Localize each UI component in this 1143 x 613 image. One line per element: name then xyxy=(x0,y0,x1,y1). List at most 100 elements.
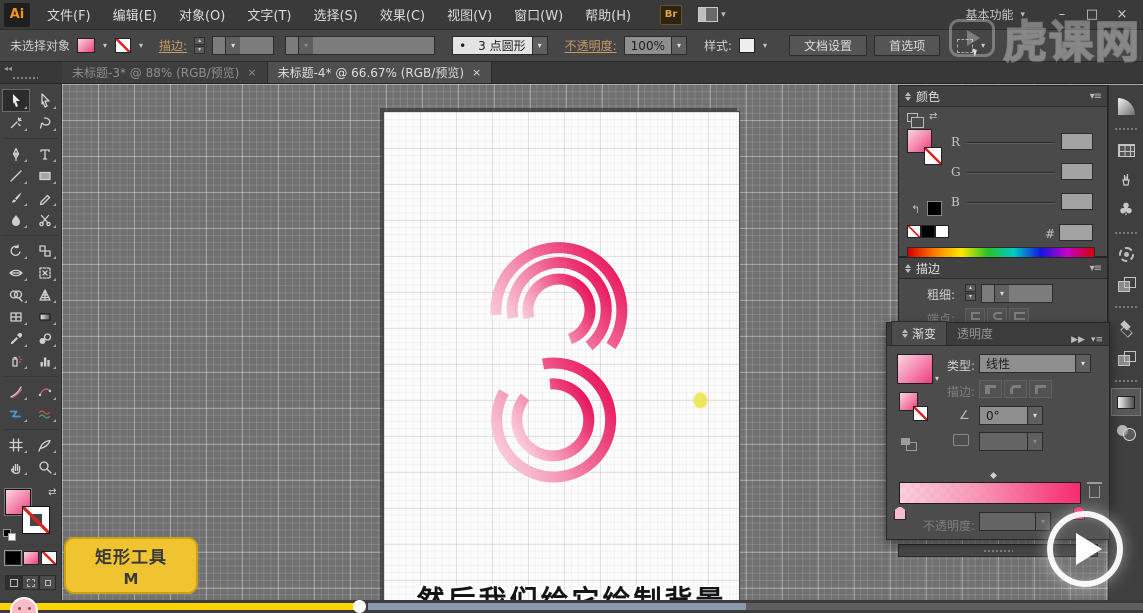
panel-menu-icon[interactable]: ▾≡ xyxy=(1090,91,1101,102)
gradient-angle-dropdown[interactable]: 0° xyxy=(979,406,1043,425)
mesh-tool[interactable] xyxy=(3,306,29,327)
selection-tool[interactable] xyxy=(3,90,29,111)
select-similar-icon[interactable] xyxy=(957,39,973,53)
chevron-down-icon[interactable]: ▾ xyxy=(980,41,986,50)
default-fill-stroke-icon[interactable] xyxy=(3,529,17,541)
blue-slider[interactable] xyxy=(967,202,1055,204)
menu-help[interactable]: 帮助(H) xyxy=(574,0,642,30)
menu-effect[interactable]: 效果(C) xyxy=(369,0,436,30)
progress-remaining-segment[interactable] xyxy=(746,603,1143,610)
collapse-panel-icon[interactable] xyxy=(905,92,911,101)
knife-tool[interactable] xyxy=(3,381,29,402)
number-3-artwork[interactable] xyxy=(384,112,741,613)
menu-select[interactable]: 选择(S) xyxy=(302,0,368,30)
white-swatch[interactable] xyxy=(935,225,949,238)
menu-file[interactable]: 文件(F) xyxy=(36,0,102,30)
polyline-tool[interactable] xyxy=(3,403,29,424)
gradient-stop-left[interactable] xyxy=(894,506,906,520)
dock-grip[interactable] xyxy=(1114,305,1138,309)
menu-edit[interactable]: 编辑(E) xyxy=(102,0,168,30)
shape-builder-tool[interactable] xyxy=(3,284,29,305)
chevron-down-icon[interactable] xyxy=(225,37,240,54)
line-segment-tool[interactable] xyxy=(3,165,29,186)
artboard-tool[interactable] xyxy=(3,434,29,455)
pen-tool[interactable] xyxy=(3,143,29,164)
stroke-swatch[interactable] xyxy=(23,507,49,533)
opacity-dropdown[interactable]: 100% xyxy=(624,36,687,55)
tab-transparency[interactable]: 透明度 xyxy=(947,322,1003,345)
menu-window[interactable]: 窗口(W) xyxy=(503,0,574,30)
lasso-tool[interactable] xyxy=(32,112,58,133)
opacity-link[interactable]: 不透明度: xyxy=(565,37,617,54)
eyedropper-tool[interactable] xyxy=(3,328,29,349)
direct-selection-tool[interactable] xyxy=(32,90,58,111)
rectangle-tool[interactable] xyxy=(32,165,58,186)
artboard[interactable] xyxy=(383,111,740,613)
smooth-wave-tool[interactable] xyxy=(32,403,58,424)
rotate-tool[interactable] xyxy=(3,240,29,261)
hand-tool[interactable] xyxy=(3,456,29,477)
red-slider[interactable] xyxy=(967,142,1055,144)
gradient-button[interactable] xyxy=(23,551,39,565)
progress-knob[interactable] xyxy=(353,600,366,613)
gradient-type-dropdown[interactable]: 线性 xyxy=(979,354,1091,373)
gradient-stroke-none-swatch[interactable] xyxy=(913,406,928,421)
bridge-icon[interactable]: Br xyxy=(660,5,682,25)
close-icon[interactable]: × xyxy=(247,66,256,79)
pencil-tool[interactable] xyxy=(32,187,58,208)
none-button[interactable] xyxy=(41,551,57,565)
swatches-icon[interactable] xyxy=(1112,137,1140,163)
chevron-down-icon[interactable]: ▾ xyxy=(762,41,768,50)
curvature-tool[interactable] xyxy=(32,381,58,402)
reverse-gradient-icon[interactable] xyxy=(901,438,917,450)
blend-tool[interactable] xyxy=(32,328,58,349)
color-guide-icon[interactable] xyxy=(1112,93,1140,119)
menu-object[interactable]: 对象(O) xyxy=(168,0,236,30)
zoom-tool[interactable] xyxy=(32,456,58,477)
minimize-button[interactable]: – xyxy=(1047,4,1077,26)
fill-stroke-mini-icon[interactable] xyxy=(907,113,918,122)
progress-buffered-segment[interactable] xyxy=(368,603,746,610)
aspect-ratio-dropdown[interactable] xyxy=(979,432,1043,451)
weight-stepper[interactable]: ▴▾ xyxy=(965,284,976,301)
dock-grip[interactable] xyxy=(1114,231,1138,235)
menu-view[interactable]: 视图(V) xyxy=(436,0,503,30)
gradient-panel-icon[interactable] xyxy=(1112,389,1140,415)
stroke-weight-link[interactable]: 描边: xyxy=(159,37,187,54)
stroke-within-icon[interactable] xyxy=(979,380,1002,398)
weight-dropdown[interactable] xyxy=(981,284,1053,303)
brush-definition-dropdown[interactable] xyxy=(285,36,435,55)
pathfinder-icon[interactable] xyxy=(1112,271,1140,297)
appearance-icon[interactable] xyxy=(1112,241,1140,267)
preferences-button[interactable]: 首选项 xyxy=(874,35,940,56)
swap-fill-stroke-icon[interactable]: ⇄ xyxy=(929,111,937,122)
chevron-down-icon[interactable]: ▾ xyxy=(138,41,144,50)
symbols-icon[interactable] xyxy=(1112,197,1140,223)
chevron-down-icon[interactable]: ▾ xyxy=(102,41,108,50)
width-tool[interactable] xyxy=(3,262,29,283)
last-color-swatch[interactable] xyxy=(927,201,942,216)
swap-fill-stroke-icon[interactable]: ⇄ xyxy=(48,487,56,498)
progress-played-segment[interactable] xyxy=(0,603,356,610)
gradient-midpoint-marker[interactable] xyxy=(989,471,999,481)
stroke-weight-stepper[interactable]: ▴▾ xyxy=(194,37,205,54)
tab-gradient[interactable]: 渐变 xyxy=(891,321,947,345)
video-play-button[interactable] xyxy=(1047,511,1123,587)
blue-value-field[interactable] xyxy=(1061,193,1093,210)
collapse-panel-icon[interactable] xyxy=(905,264,911,273)
layers-icon[interactable] xyxy=(1112,315,1140,341)
workspace-switcher[interactable]: 基本功能 ▾ xyxy=(965,6,1025,23)
scissors-tool[interactable] xyxy=(32,209,58,230)
expand-panel-icon[interactable]: ▶▶ xyxy=(1071,335,1085,345)
style-swatch[interactable] xyxy=(739,38,755,53)
hex-field[interactable] xyxy=(1059,224,1093,241)
slice-tool[interactable] xyxy=(32,434,58,455)
blob-brush-tool[interactable] xyxy=(3,209,29,230)
none-swatch[interactable] xyxy=(907,225,921,238)
black-swatch[interactable] xyxy=(921,225,935,238)
symbol-sprayer-tool[interactable] xyxy=(3,350,29,371)
chevron-down-icon[interactable] xyxy=(532,37,547,54)
green-slider[interactable] xyxy=(967,172,1055,174)
delete-stop-icon[interactable] xyxy=(1089,486,1100,498)
color-button[interactable] xyxy=(5,551,21,565)
